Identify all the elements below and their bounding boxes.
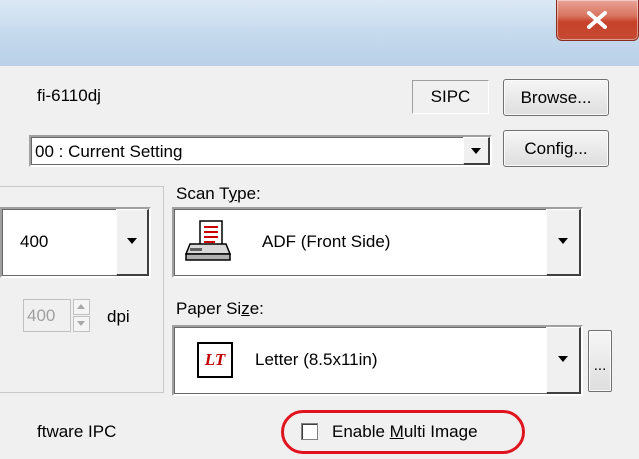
close-button[interactable] (556, 0, 639, 41)
paper-size-more-button[interactable]: ... (588, 330, 612, 392)
paper-size-value: Letter (8.5x11in) (255, 350, 378, 369)
paper-size-select[interactable]: LT Letter (8.5x11in) (172, 325, 583, 396)
setting-select[interactable]: 00 : Current Setting (29, 135, 492, 167)
chevron-down-icon (558, 238, 568, 244)
chevron-down-icon (127, 238, 137, 244)
config-button[interactable]: Config... (503, 130, 609, 167)
resolution-value: 400 (20, 232, 49, 251)
title-bar (0, 0, 639, 66)
scanner-dialog: fi-6110dj SIPC Browse... 00 : Current Se… (0, 66, 639, 459)
spin-up-button (73, 299, 90, 315)
scanner-model: fi-6110dj (37, 86, 101, 105)
software-ipc-label: ftware IPC (37, 422, 117, 441)
paper-size-label: Paper Size: (176, 299, 264, 318)
adf-scanner-icon (184, 220, 232, 261)
spin-down-icon (77, 321, 85, 326)
driver-badge: SIPC (412, 80, 489, 114)
spin-down-button (73, 316, 90, 332)
scan-type-select[interactable]: ADF (Front Side) (172, 207, 583, 278)
custom-resolution-value: 400 (27, 306, 56, 325)
browse-button[interactable]: Browse... (503, 79, 609, 116)
spin-up-icon (77, 304, 85, 309)
setting-value: 00 : Current Setting (35, 142, 183, 161)
setting-dropdown-button[interactable] (463, 137, 490, 165)
chevron-down-icon (471, 148, 481, 154)
close-icon (587, 11, 607, 29)
scan-type-value: ADF (Front Side) (262, 232, 391, 251)
paper-size-dropdown-button[interactable] (546, 327, 581, 394)
scan-type-dropdown-button[interactable] (546, 209, 581, 276)
chevron-down-icon (558, 356, 568, 362)
letter-size-icon: LT (197, 342, 233, 378)
scan-type-label: Scan Type: (176, 184, 261, 203)
resolution-select[interactable]: 400 (0, 207, 151, 278)
custom-resolution-input: 400 (23, 299, 71, 332)
resolution-unit: dpi (107, 307, 130, 326)
highlight-circle (281, 410, 525, 454)
resolution-dropdown-button[interactable] (116, 209, 149, 276)
